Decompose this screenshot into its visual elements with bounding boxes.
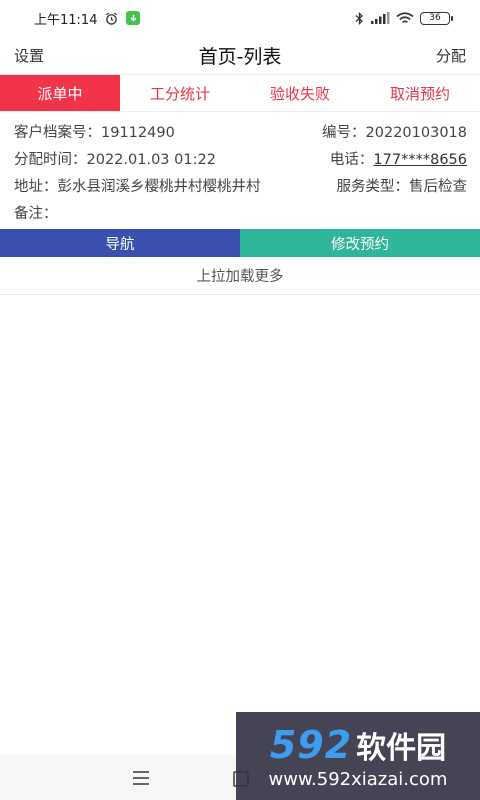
order-row-1: 客户档案号：19112490 编号：20220103018: [0, 118, 480, 145]
navigate-button[interactable]: 导航: [0, 229, 240, 257]
bluetooth-icon: [355, 11, 363, 25]
tab-acceptance-failed[interactable]: 验收失败: [240, 75, 360, 111]
phone-label: 电话：: [329, 152, 374, 168]
customer-no: 客户档案号：19112490: [14, 121, 175, 142]
tab-dispatching[interactable]: 派单中: [0, 75, 120, 111]
alarm-icon: [106, 11, 118, 25]
order-card[interactable]: 客户档案号：19112490 编号：20220103018 分配时间：2022.…: [0, 118, 480, 226]
remark-label: 备注：: [14, 206, 58, 222]
status-bar: 上午11:14 36: [0, 0, 480, 36]
service-type: 服务类型：售后检查: [337, 175, 468, 196]
order-number-value: 20220103018: [365, 125, 467, 141]
address: 地址：彭水县润溪乡樱桃井村樱桃井村: [14, 175, 261, 196]
watermark-number: 592: [269, 722, 353, 767]
service-type-label: 服务类型：: [336, 179, 410, 195]
tab-cancel-appointment[interactable]: 取消预约: [360, 75, 480, 111]
battery-level: 36: [429, 13, 441, 23]
tab-bar: 派单中 工分统计 验收失败 取消预约: [0, 74, 480, 112]
assign-time-value: 2022.01.03 01:22: [86, 152, 216, 168]
status-right: 36: [355, 11, 453, 25]
customer-no-value: 19112490: [101, 125, 175, 141]
signal-icon: [371, 12, 390, 24]
watermark-url: www.592xiazai.com: [268, 768, 448, 790]
order-row-3: 地址：彭水县润溪乡樱桃井村樱桃井村 服务类型：售后检查: [0, 172, 480, 199]
tab-points-stats[interactable]: 工分统计: [120, 75, 240, 111]
settings-button[interactable]: 设置: [14, 45, 44, 66]
status-time: 上午11:14: [34, 12, 98, 28]
page-title: 首页-列表: [198, 45, 282, 68]
load-more[interactable]: 上拉加载更多: [0, 257, 480, 295]
phone-link[interactable]: 177****8656: [373, 152, 467, 168]
customer-no-label: 客户档案号：: [14, 125, 101, 141]
assign-time: 分配时间：2022.01.03 01:22: [14, 148, 216, 169]
service-type-value: 售后检查: [409, 179, 467, 195]
menu-icon[interactable]: [133, 771, 149, 785]
modify-appointment-button[interactable]: 修改预约: [240, 229, 480, 257]
phone: 电话：177****8656: [330, 148, 467, 169]
watermark-logo: 592 软件园: [270, 723, 446, 767]
assign-button[interactable]: 分配: [436, 45, 466, 66]
watermark-name: 软件园: [356, 730, 447, 766]
order-row-4: 备注：: [0, 199, 480, 226]
order-row-2: 分配时间：2022.01.03 01:22 电话：177****8656: [0, 145, 480, 172]
order-number-label: 编号：: [322, 125, 366, 141]
address-label: 地址：: [14, 179, 58, 195]
battery-icon: 36: [420, 11, 453, 25]
assign-time-label: 分配时间：: [14, 152, 87, 168]
watermark: 592 软件园 www.592xiazai.com: [236, 712, 480, 800]
header: 设置 首页-列表 分配: [0, 36, 480, 74]
address-value: 彭水县润溪乡樱桃井村樱桃井村: [57, 179, 261, 195]
order-actions: 导航 修改预约: [0, 229, 480, 257]
download-icon: [126, 11, 141, 25]
wifi-icon: [396, 11, 414, 23]
order-number: 编号：20220103018: [322, 121, 467, 142]
status-left: 上午11:14: [34, 9, 141, 28]
